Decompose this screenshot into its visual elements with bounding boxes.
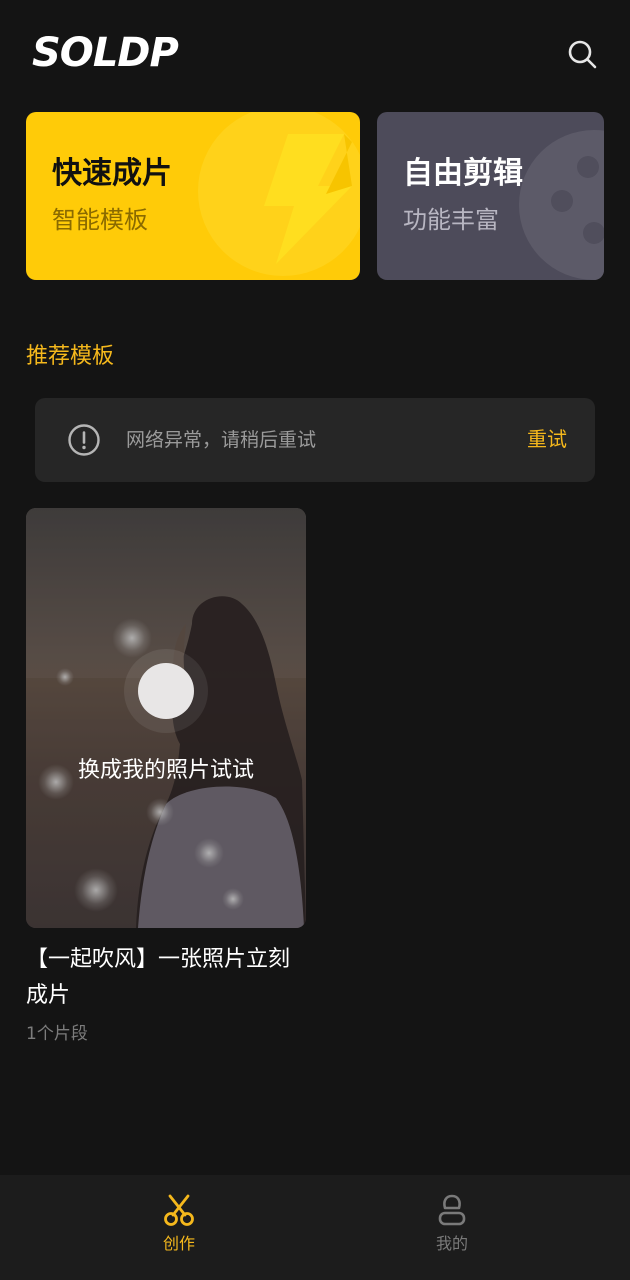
search-button[interactable]: [566, 38, 598, 70]
quick-create-card[interactable]: 快速成片 智能模板: [26, 112, 360, 280]
free-edit-card[interactable]: 自由剪辑 功能丰富: [377, 112, 604, 280]
quick-create-title: 快速成片: [52, 156, 172, 191]
lightning-icon: [264, 134, 352, 264]
home-screen: SOLDP 快速成片 智能模板 自由剪辑 功能丰富 推荐模板 网络异常，请稍后重…: [0, 0, 630, 1280]
scissors-icon: [164, 1194, 194, 1226]
section-title: 推荐模板: [26, 344, 115, 369]
free-edit-subtitle: 功能丰富: [403, 206, 499, 234]
preview-circle[interactable]: [138, 663, 194, 719]
app-logo: SOLDP: [32, 30, 179, 76]
bottom-navigation: 创作 我的: [0, 1175, 630, 1280]
template-card[interactable]: 换成我的照片试试 【一起吹风】一张照片立刻成片 1个片段: [26, 508, 306, 1046]
reel-hole: [577, 156, 599, 178]
template-thumbnail[interactable]: 换成我的照片试试: [26, 508, 306, 928]
error-message: 网络异常，请稍后重试: [126, 429, 317, 451]
template-title: 【一起吹风】一张照片立刻成片: [26, 947, 291, 1008]
search-icon: [568, 40, 597, 69]
free-edit-title: 自由剪辑: [403, 156, 523, 191]
thumbnail-caption: 换成我的照片试试: [77, 758, 254, 783]
retry-button[interactable]: 重试: [527, 425, 567, 453]
nav-tab-create[interactable]: 创作: [119, 1193, 239, 1255]
nav-label-mine: 我的: [435, 1234, 468, 1253]
quick-create-subtitle: 智能模板: [52, 206, 148, 234]
template-clip-count: 1个片段: [26, 1024, 88, 1044]
alert-circle-icon: [68, 424, 100, 456]
reel-hole: [583, 222, 604, 244]
network-error-banner: 网络异常，请稍后重试 重试: [35, 398, 595, 482]
nav-tab-mine[interactable]: 我的: [392, 1193, 512, 1255]
reel-hole: [551, 190, 573, 212]
user-icon: [438, 1194, 466, 1226]
nav-label-create: 创作: [162, 1234, 195, 1253]
